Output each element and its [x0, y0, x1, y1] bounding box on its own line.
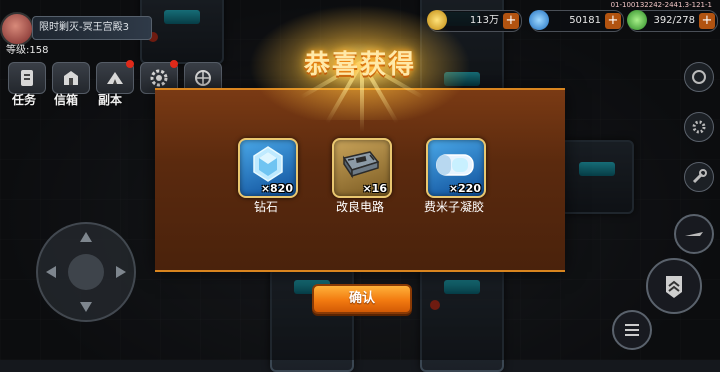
rank-button[interactable]: [646, 258, 702, 314]
dungeon-notification-dot: [126, 60, 134, 68]
event-banner[interactable]: 限时剿灭-冥王宫殿3: [32, 16, 152, 40]
reward-item-diamond[interactable]: ×820: [238, 138, 298, 198]
nav-mailbox-button[interactable]: [52, 62, 90, 94]
energy-icon: [627, 10, 647, 30]
reward-count: ×820: [260, 182, 293, 195]
reward-item-fermion-gel[interactable]: ×220: [426, 138, 486, 198]
reward-count: ×16: [362, 182, 387, 195]
dungeon-icon: [107, 72, 123, 84]
nav-task-button[interactable]: [8, 62, 46, 94]
skill-button[interactable]: [674, 214, 714, 254]
energy-value: 392/278: [653, 15, 695, 26]
reward-name: 钻石: [253, 200, 278, 214]
reward-name: 改良电路: [335, 200, 384, 214]
nav-mailbox-label: 信箱: [54, 93, 79, 107]
gear-icon: [692, 120, 706, 134]
list-menu-icon: [625, 324, 639, 336]
target-icon: [692, 70, 706, 84]
player-level: 等级:158: [6, 45, 49, 56]
task-icon: [21, 70, 33, 86]
rank-chevron-icon: [666, 276, 682, 298]
crystal-value: 50181: [569, 15, 601, 26]
server-id-text: 01-100132242-2441.3-121-1: [610, 1, 712, 9]
virtual-joystick[interactable]: [36, 222, 136, 322]
reward-item-circuit[interactable]: ×16: [332, 138, 392, 198]
gel-capsule-icon: [436, 154, 474, 176]
aircraft-icon: [685, 232, 703, 236]
mailbox-icon: [64, 71, 78, 85]
add-crystal-button[interactable]: +: [605, 13, 621, 29]
side-button-build[interactable]: [684, 112, 714, 142]
globe-icon: [195, 70, 211, 86]
add-energy-button[interactable]: +: [699, 13, 715, 29]
nav-dungeon-label: 副本: [98, 93, 123, 107]
reward-name: 费米子凝胶: [423, 200, 484, 214]
joystick-arrows-icon: [46, 232, 126, 312]
menu-button[interactable]: [612, 310, 652, 350]
wrench-icon: [692, 169, 707, 184]
crystal-icon: [529, 10, 549, 30]
reward-count: ×220: [448, 182, 481, 195]
circuit-board-icon: [342, 151, 380, 179]
side-button-scan[interactable]: [684, 62, 714, 92]
side-button-craft[interactable]: [684, 162, 714, 192]
add-gold-button[interactable]: +: [503, 13, 519, 29]
settings-gear-icon: [150, 69, 168, 87]
resource-crystal: 50181 +: [529, 10, 624, 32]
confirm-button[interactable]: 确认: [312, 284, 412, 314]
settings-notification-dot: [170, 60, 178, 68]
nav-task-label: 任务: [12, 93, 37, 107]
reward-title: 恭喜获得: [303, 50, 416, 80]
diamond-icon: [253, 146, 283, 182]
resource-energy: 392/278 +: [627, 10, 718, 32]
